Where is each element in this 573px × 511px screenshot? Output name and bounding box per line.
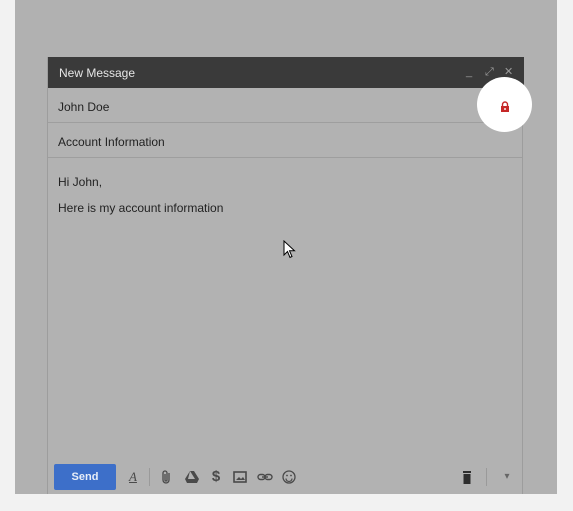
body-line-message: Here is my account information: [58, 201, 224, 215]
compose-title: New Message: [59, 66, 136, 80]
emoji-icon[interactable]: [281, 469, 297, 485]
more-options-icon[interactable]: ▾: [499, 469, 515, 485]
toolbar-separator: [486, 468, 487, 486]
to-field[interactable]: John Doe: [48, 88, 522, 123]
format-text-icon[interactable]: A: [125, 469, 141, 485]
money-icon[interactable]: $: [208, 469, 224, 485]
compose-window: New Message _ ⤢ ✕ John Doe Account Infor…: [47, 57, 524, 494]
mouse-cursor-icon: [283, 239, 296, 265]
lock-icon[interactable]: [500, 99, 510, 117]
toolbar-separator: [149, 468, 150, 486]
link-icon[interactable]: [257, 469, 273, 485]
trash-icon[interactable]: [459, 469, 475, 485]
minimize-icon[interactable]: _: [466, 65, 472, 79]
subject-field[interactable]: Account Information: [48, 123, 522, 158]
attach-icon[interactable]: [159, 469, 175, 485]
compose-toolbar: Send A $ ▾: [48, 458, 522, 494]
subject-text: Account Information: [58, 135, 165, 149]
message-body[interactable]: Hi John, Here is my account information: [48, 159, 522, 458]
body-line-greeting: Hi John,: [58, 175, 103, 189]
expand-icon[interactable]: ⤢: [485, 65, 494, 79]
to-recipient: John Doe: [58, 100, 110, 114]
drive-icon[interactable]: [184, 469, 200, 485]
photo-icon[interactable]: [232, 469, 248, 485]
send-button[interactable]: Send: [54, 464, 116, 490]
compose-titlebar: New Message _ ⤢ ✕: [48, 57, 524, 88]
